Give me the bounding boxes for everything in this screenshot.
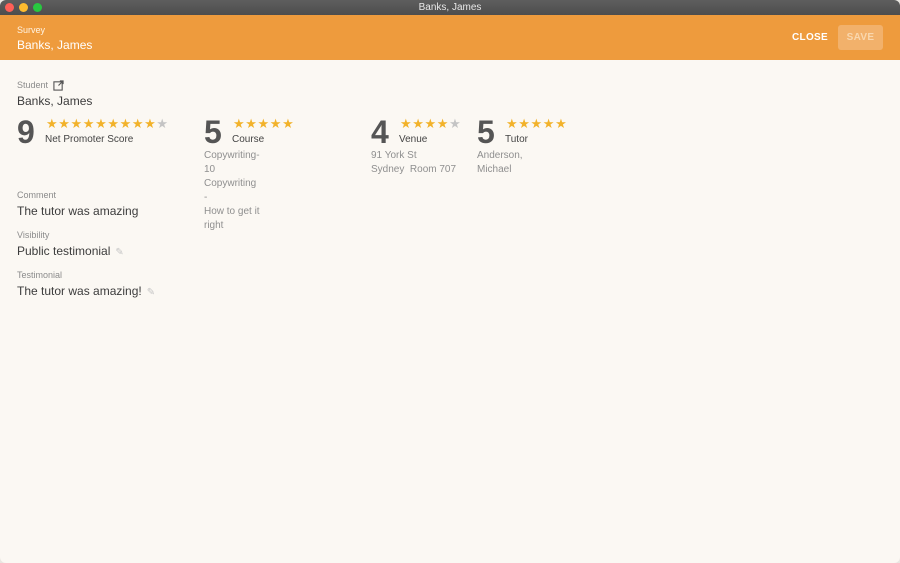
save-button[interactable]: SAVE [838,25,883,50]
visibility-row: Public testimonial ✎ [17,244,124,258]
edit-pencil-icon[interactable]: ✎ [147,287,155,298]
metric-label: Course [232,134,265,145]
metric-detail: 91 York St Sydney Room 707 [371,149,456,177]
star-filled-icon: ★ [269,116,283,131]
testimonial-row: The tutor was amazing! ✎ [17,284,155,298]
metric-label: Venue [399,134,428,145]
star-filled-icon: ★ [233,116,246,131]
star-filled-icon: ★ [530,116,543,131]
window-minimize-icon[interactable] [19,3,28,12]
star-filled-icon: ★ [107,116,120,131]
star-filled-icon: ★ [144,116,157,131]
visibility-label: Visibility [17,230,50,240]
metric-score: 9 [17,114,35,150]
metric-detail-line: 91 York St [371,150,417,161]
star-filled-icon: ★ [58,116,71,131]
star-filled-icon: ★ [506,116,519,131]
window-title: Banks, James [418,2,482,13]
metric-detail-line: How to get it right [204,206,260,231]
star-rating: ★★★★★ [400,117,461,131]
star-empty-icon: ★ [449,116,462,131]
comment-value: The tutor was amazing [17,204,139,218]
metric-score: 5 [477,114,495,150]
comment-label: Comment [17,190,57,200]
star-filled-icon: ★ [70,116,83,131]
metric-detail: Copywriting-10 Copywriting - How to get … [204,149,260,233]
testimonial-label: Testimonial [17,270,63,280]
testimonial-value: The tutor was amazing! [17,284,142,298]
star-filled-icon: ★ [555,116,568,131]
metric-score: 5 [204,114,222,150]
metric-detail-line: Anderson, [477,150,523,161]
student-name[interactable]: Banks, James [17,94,92,108]
student-label: Student [17,80,49,90]
star-filled-icon: ★ [282,116,295,131]
star-filled-icon: ★ [95,116,108,131]
star-filled-icon: ★ [245,116,258,131]
metric-detail-line: Copywriting-10 Copywriting - [204,150,260,203]
window-titlebar: Banks, James [0,0,900,15]
star-rating: ★★★★★ [506,117,567,131]
close-button[interactable]: CLOSE [786,25,834,49]
star-filled-icon: ★ [542,116,556,131]
star-filled-icon: ★ [119,116,132,131]
star-filled-icon: ★ [412,116,425,131]
window-maximize-icon[interactable] [33,3,42,12]
star-filled-icon: ★ [131,116,145,131]
star-filled-icon: ★ [82,116,96,131]
star-filled-icon: ★ [424,116,437,131]
open-external-icon[interactable] [53,80,64,91]
metric-label: Tutor [505,134,528,145]
metric-detail-line: Sydney Room 707 [371,164,457,175]
survey-window: Banks, James Survey Banks, James CLOSE S… [0,0,900,563]
metric-score: 4 [371,114,389,150]
metric-detail: Anderson, Michael [477,149,523,177]
window-close-icon[interactable] [5,3,14,12]
edit-pencil-icon[interactable]: ✎ [115,247,123,258]
metric-label: Net Promoter Score [45,134,134,145]
star-rating: ★★★★★★★★★★ [46,117,169,131]
star-empty-icon: ★ [156,116,169,131]
metric-detail-line: Michael [477,164,512,175]
star-filled-icon: ★ [436,116,450,131]
survey-header: Survey Banks, James CLOSE SAVE [0,15,900,60]
star-filled-icon: ★ [518,116,531,131]
header-kicker: Survey [17,25,46,35]
star-filled-icon: ★ [400,116,413,131]
star-filled-icon: ★ [46,116,59,131]
star-rating: ★★★★★ [233,117,294,131]
visibility-value: Public testimonial [17,244,111,258]
star-filled-icon: ★ [257,116,270,131]
header-title: Banks, James [17,38,93,52]
